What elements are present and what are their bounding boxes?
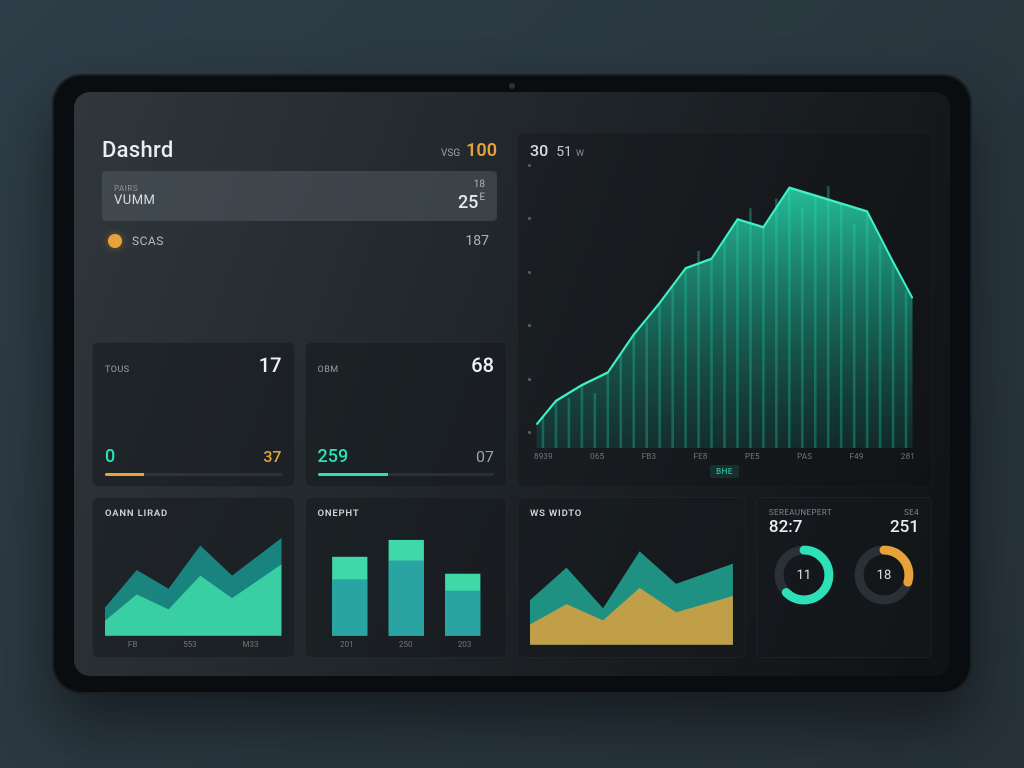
main-chart-panel[interactable]: 30 51 W xyxy=(517,132,932,487)
mini-xaxis: 201250203 xyxy=(318,636,495,649)
stat-cards: TOUS 17 0 37 OBM 68 25 xyxy=(92,342,507,487)
donut-1: 11 xyxy=(772,543,836,607)
stat-progress xyxy=(105,473,282,476)
stat-progress xyxy=(318,473,495,476)
input-main-value: 25E xyxy=(458,192,485,213)
donut-value: 11 xyxy=(772,543,836,607)
mini-plot xyxy=(530,523,733,645)
header-metric-label: VSG xyxy=(441,148,460,159)
header-panel: Dashrd VSG 100 PAIRS VUMM 18 25E xyxy=(92,132,507,332)
input-label: VUMM xyxy=(114,193,155,208)
status-row: SCAS 187 xyxy=(102,229,497,249)
primary-input[interactable]: PAIRS VUMM 18 25E xyxy=(102,171,497,221)
kpi-value-2: 251 xyxy=(890,517,919,537)
mini-title: ONEPHT xyxy=(318,508,495,519)
stat-sub-2: 37 xyxy=(263,447,281,466)
dashboard-screen: Dashrd VSG 100 PAIRS VUMM 18 25E xyxy=(74,92,950,676)
mini-chart-c[interactable]: WS WIDTO xyxy=(517,497,746,658)
mini-plot xyxy=(318,523,495,636)
donut-row: 11 18 xyxy=(769,543,919,607)
mini-plot xyxy=(105,523,282,636)
kpi-value-1: 82:7 xyxy=(769,517,802,537)
kpi-panel[interactable]: SEREAUNEPERT SE4 82:7 251 11 xyxy=(756,497,932,658)
camera-dot xyxy=(509,83,515,89)
main-chart-value-1: 30 xyxy=(530,141,548,160)
status-indicator-icon xyxy=(108,234,122,248)
stat-label: OBM xyxy=(318,365,339,375)
header-metric-value: 100 xyxy=(466,140,497,161)
main-chart-xaxis: 8939065FB3FE8PE5PASF49281 xyxy=(530,448,919,461)
donut-2: 18 xyxy=(852,543,916,607)
header-metric: VSG 100 xyxy=(441,140,497,161)
page-title: Dashrd xyxy=(102,138,174,163)
tablet-frame: Dashrd VSG 100 PAIRS VUMM 18 25E xyxy=(52,74,972,694)
stat-value: 68 xyxy=(471,353,494,377)
stat-sub-2: 07 xyxy=(476,447,494,466)
main-chart-value-2: 51 xyxy=(556,144,572,160)
main-chart-plot xyxy=(530,164,919,448)
main-chart-unit: W xyxy=(576,149,584,159)
mini-xaxis: FB553M33 xyxy=(105,636,282,649)
donut-value: 18 xyxy=(852,543,916,607)
main-chart-badge: BHE xyxy=(710,465,739,478)
kpi-caption: SEREAUNEPERT xyxy=(769,508,832,517)
mini-title: WS WIDTO xyxy=(530,508,733,519)
stat-sub-1: 0 xyxy=(105,446,115,467)
bottom-left-panels: OANN LIRAD FB553M33 ONEPHT xyxy=(92,497,507,658)
mini-chart-b[interactable]: ONEPHT 201250203 xyxy=(305,497,508,658)
stat-label: TOUS xyxy=(105,365,130,375)
stat-sub-1: 259 xyxy=(318,446,349,467)
mini-title: OANN LIRAD xyxy=(105,508,282,519)
mini-chart-a[interactable]: OANN LIRAD FB553M33 xyxy=(92,497,295,658)
mini-xaxis xyxy=(530,645,733,649)
status-label: SCAS xyxy=(132,234,164,248)
stat-card-2[interactable]: OBM 68 259 07 xyxy=(305,342,508,487)
kpi-caption-2: SE4 xyxy=(904,508,919,517)
bottom-right-panels: WS WIDTO SEREAUNEPERT SE4 82:7 xyxy=(517,497,932,658)
stat-card-1[interactable]: TOUS 17 0 37 xyxy=(92,342,295,487)
input-secondary-value: 18 xyxy=(474,179,485,190)
status-value: 187 xyxy=(465,233,489,249)
stat-value: 17 xyxy=(259,353,282,377)
input-caption: PAIRS xyxy=(114,184,155,193)
